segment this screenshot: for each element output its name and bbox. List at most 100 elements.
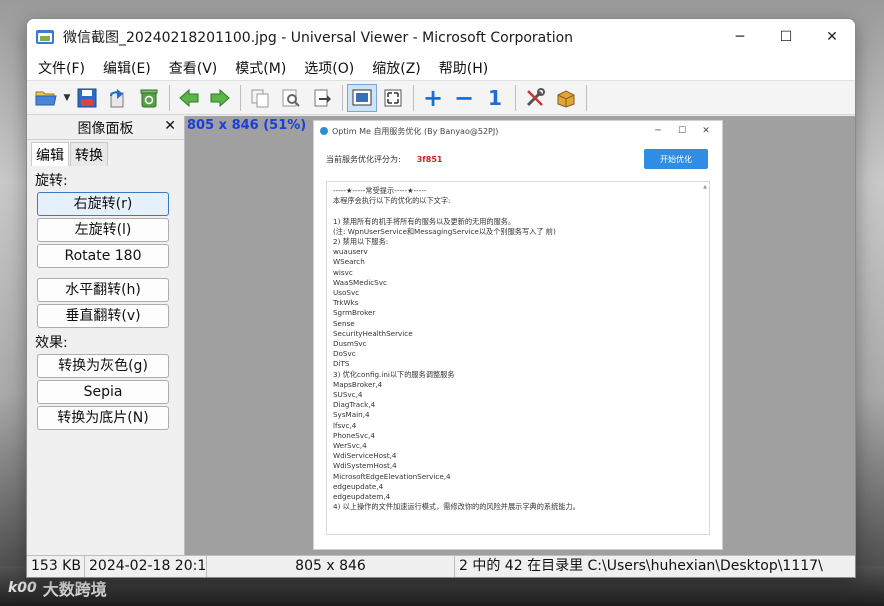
status-date: 2024-02-18 20:11	[85, 556, 207, 577]
image-text-line: SgrmBroker	[333, 308, 376, 318]
minimize-button[interactable]: ─	[717, 19, 763, 55]
image-text-line: SysMain,4	[333, 410, 370, 420]
displayed-image: Optim Me 自用服务优化 (By Banyao@52PJ) ─ ☐ ✕ 当…	[313, 120, 723, 550]
panel-title: 图像面板	[77, 120, 134, 137]
image-start-button: 开始优化	[644, 149, 708, 169]
image-text-line: 本程序会执行以下的优化的以下文字:	[333, 196, 451, 206]
find-icon	[282, 89, 300, 107]
flip-horizontal-button[interactable]: 水平翻转(h)	[37, 278, 169, 302]
negative-button[interactable]: 转换为底片(N)	[37, 406, 169, 430]
menu-help[interactable]: 帮助(H)	[430, 58, 497, 78]
open-button[interactable]	[31, 84, 61, 112]
zoom-readout: 805 x 846 (51%)	[187, 118, 307, 133]
image-text-line: SecurityHealthService	[333, 328, 413, 338]
plugin-button[interactable]	[551, 84, 581, 112]
image-text-line: 1) 禁用所有的机手将所有的服务以及更新的无用的服务。	[333, 216, 516, 226]
flip-vertical-button[interactable]: 垂直翻转(v)	[37, 304, 169, 328]
image-text-line: WdiSystemHost,4	[333, 461, 397, 471]
reload-button[interactable]	[103, 84, 133, 112]
toolbar-separator	[240, 84, 241, 111]
zoom-out-button[interactable]: −	[449, 84, 479, 112]
image-text-line: WerSvc,4	[333, 441, 367, 451]
menu-zoom[interactable]: 缩放(Z)	[363, 58, 430, 78]
image-text-line: WaaSMedicSvc	[333, 277, 387, 287]
watermark-logo: k00	[8, 580, 37, 596]
image-text-box: -----★-----常受提示-----★----- 本程序会执行以下的优化的以下…	[326, 181, 710, 535]
tab-convert[interactable]: 转换	[70, 142, 108, 166]
title-bar[interactable]: 微信截图_20240218201100.jpg - Universal View…	[27, 19, 855, 55]
open-dropdown-arrow[interactable]: ▼	[62, 84, 72, 112]
save-button[interactable]	[72, 84, 102, 112]
image-text-line	[333, 206, 703, 216]
image-text-line: edgeupdate,4	[333, 481, 384, 491]
window-controls: ─ ☐ ✕	[717, 19, 855, 55]
image-text-line: lfsvc,4	[333, 420, 357, 430]
content-area: 图像面板 ✕ 编辑 转换 旋转: 右旋转(r) 左旋转(l) Rotate 18…	[27, 116, 855, 555]
image-scrollbar: ▲	[702, 184, 708, 532]
image-text-lines: -----★-----常受提示-----★----- 本程序会执行以下的优化的以下…	[333, 186, 703, 513]
zoom-out-icon: −	[453, 83, 475, 112]
toolbar-separator	[515, 84, 516, 111]
close-button[interactable]: ✕	[809, 19, 855, 55]
tab-edit[interactable]: 编辑	[31, 142, 69, 166]
copy-button[interactable]	[245, 84, 275, 112]
export-button[interactable]	[307, 84, 337, 112]
image-text-line: wuauserv	[333, 247, 368, 257]
image-text-line: WdiServiceHost,4	[333, 451, 397, 461]
export-icon	[314, 89, 331, 106]
image-score-value: 3f851	[416, 154, 443, 164]
status-position: 2 中的 42 在目录里 C:\Users\huhexian\Desktop\1…	[459, 557, 823, 574]
image-text-line: 3) 优化config.ini以下的服务调整服务	[333, 369, 455, 379]
rotate-180-button[interactable]: Rotate 180	[37, 244, 169, 268]
image-text-line: SUSvc,4	[333, 390, 363, 400]
image-text-line: DoSvc	[333, 349, 356, 359]
zoom-original-icon: 1	[488, 85, 502, 110]
image-maximize-glyph: ☐	[677, 126, 687, 136]
zoom-in-button[interactable]: +	[418, 84, 448, 112]
toolbar-separator	[586, 84, 587, 111]
app-window: 微信截图_20240218201100.jpg - Universal View…	[26, 18, 856, 578]
fit-window-button[interactable]	[347, 83, 377, 112]
next-arrow-icon	[210, 88, 230, 107]
menu-mode[interactable]: 模式(M)	[226, 58, 295, 78]
menu-options[interactable]: 选项(O)	[295, 58, 363, 78]
image-viewer[interactable]: 805 x 846 (51%) Optim Me 自用服务优化 (By Bany…	[185, 116, 855, 555]
image-text-line: 4) 以上操作的文件加速运行模式，需修改你的的风险并展示字典的系统能力。	[333, 502, 580, 512]
image-text-line: DiTS	[333, 359, 350, 369]
menu-file[interactable]: 文件(F)	[29, 58, 94, 78]
rotate-left-button[interactable]: 左旋转(l)	[37, 218, 169, 242]
prev-button[interactable]	[174, 84, 204, 112]
image-window-controls: ─ ☐ ✕	[646, 121, 718, 141]
image-text-line: UsoSvc	[333, 288, 360, 298]
image-text-line: TrkWks	[333, 298, 359, 308]
app-icon	[35, 28, 55, 46]
next-button[interactable]	[205, 84, 235, 112]
toolbar-separator	[169, 84, 170, 111]
image-text-line: wisvc	[333, 267, 353, 277]
recycle-button[interactable]	[134, 84, 164, 112]
panel-close-icon[interactable]: ✕	[164, 118, 176, 134]
effects-label: 效果:	[35, 335, 68, 351]
image-score-row: 当前服务优化评分为: 3f851 开始优化	[314, 149, 722, 169]
status-dimensions: 805 x 846	[207, 556, 455, 577]
zoom-original-button[interactable]: 1	[480, 84, 510, 112]
maximize-button[interactable]: ☐	[763, 19, 809, 55]
watermark-text: 大数跨境	[42, 580, 107, 599]
tools-button[interactable]	[520, 84, 550, 112]
menu-view[interactable]: 查看(V)	[160, 58, 227, 78]
menu-edit[interactable]: 编辑(E)	[94, 58, 160, 78]
window-title: 微信截图_20240218201100.jpg - Universal View…	[63, 30, 574, 46]
toolbar-separator	[413, 84, 414, 111]
sepia-button[interactable]: Sepia	[37, 380, 169, 404]
grayscale-button[interactable]: 转换为灰色(g)	[37, 354, 169, 378]
save-icon	[77, 88, 97, 107]
open-icon	[35, 91, 57, 105]
rotate-right-button[interactable]: 右旋转(r)	[37, 192, 169, 216]
fullscreen-button[interactable]	[378, 84, 408, 112]
image-text-line: Sense	[333, 318, 355, 328]
image-text-line: (注: WpnUserService和MessagingService以及个别服…	[333, 226, 556, 236]
image-minimize-glyph: ─	[655, 126, 661, 136]
toolbar: ▼ + − 1	[27, 81, 855, 115]
find-button[interactable]	[276, 84, 306, 112]
